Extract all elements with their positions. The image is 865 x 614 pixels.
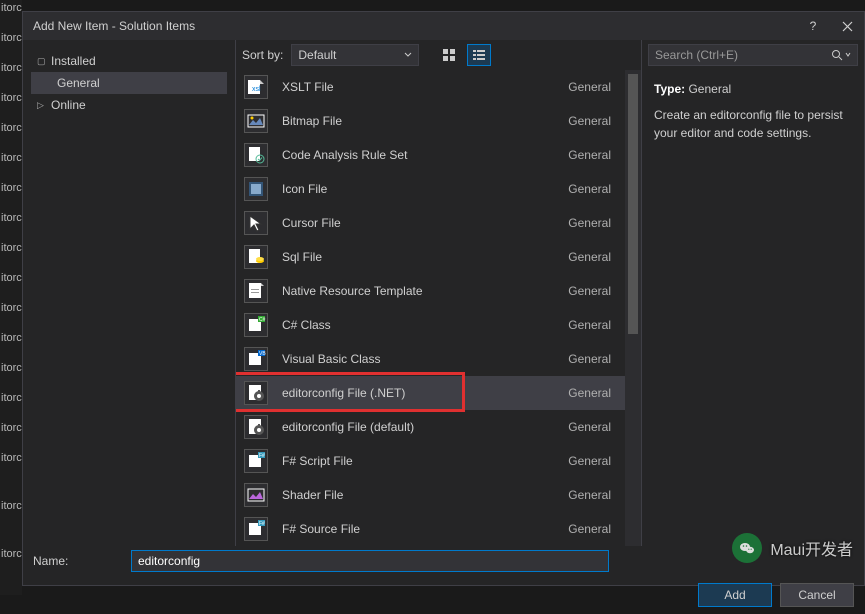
cancel-button[interactable]: Cancel	[780, 583, 854, 607]
template-item-category: General	[568, 114, 611, 128]
type-label-row: Type: General	[654, 80, 852, 98]
template-item-category: General	[568, 182, 611, 196]
dialog-title: Add New Item - Solution Items	[33, 19, 195, 33]
template-item[interactable]: editorconfig File (default)General	[236, 410, 625, 444]
svg-text:xsl: xsl	[252, 86, 261, 93]
template-item-category: General	[568, 318, 611, 332]
fsharp-icon: F#	[244, 517, 268, 541]
svg-text:C#: C#	[259, 317, 266, 323]
template-item-label: Icon File	[282, 182, 568, 196]
template-item[interactable]: F# F# Source FileGeneral	[236, 512, 625, 546]
fsharp-icon: F#	[244, 449, 268, 473]
name-input[interactable]	[131, 550, 609, 572]
template-item-label: Native Resource Template	[282, 284, 568, 298]
template-item-label: Sql File	[282, 250, 568, 264]
view-small-icons-button[interactable]	[467, 44, 491, 66]
csharp-icon: C#	[244, 313, 268, 337]
template-item[interactable]: Cursor FileGeneral	[236, 206, 625, 240]
search-icon	[831, 49, 851, 61]
template-item-label: Visual Basic Class	[282, 352, 568, 366]
template-item-category: General	[568, 216, 611, 230]
xslt-icon: xsl	[244, 75, 268, 99]
template-item-label: Shader File	[282, 488, 568, 502]
titlebar: Add New Item - Solution Items ?	[23, 12, 864, 40]
description-text: Create an editorconfig file to persist y…	[654, 106, 852, 142]
expand-arrow-icon: ▷	[37, 100, 47, 111]
template-item-category: General	[568, 284, 611, 298]
template-item-category: General	[568, 420, 611, 434]
template-item[interactable]: xsl XSLT FileGeneral	[236, 70, 625, 104]
name-row: Name:	[23, 546, 864, 576]
template-item-category: General	[568, 454, 611, 468]
scrollbar[interactable]	[625, 70, 641, 546]
template-list[interactable]: xslXSLT FileGeneralBitmap FileGeneralCod…	[236, 70, 625, 546]
sort-toolbar: Sort by: Default	[236, 40, 641, 70]
template-item-label: Bitmap File	[282, 114, 568, 128]
add-button[interactable]: Add	[698, 583, 772, 607]
resource-icon	[244, 279, 268, 303]
template-item-category: General	[568, 522, 611, 536]
description-panel: Search (Ctrl+E) Type: General Create an …	[642, 40, 864, 546]
tree-online[interactable]: ▷ Online	[31, 94, 227, 116]
shader-icon	[244, 483, 268, 507]
sql-icon	[244, 245, 268, 269]
help-button[interactable]: ?	[796, 12, 830, 40]
template-item[interactable]: Shader FileGeneral	[236, 478, 625, 512]
template-item-label: C# Class	[282, 318, 568, 332]
template-item[interactable]: Code Analysis Rule SetGeneral	[236, 138, 625, 172]
add-new-item-dialog: Add New Item - Solution Items ? ▢ Instal…	[22, 11, 865, 586]
template-item-label: F# Script File	[282, 454, 568, 468]
template-panel: Sort by: Default xslXSLT FileGeneralBitm…	[235, 40, 642, 546]
template-item-label: editorconfig File (.NET)	[282, 386, 568, 400]
svg-text:F#: F#	[259, 453, 265, 459]
sort-dropdown[interactable]: Default	[291, 44, 419, 66]
template-item[interactable]: Native Resource TemplateGeneral	[236, 274, 625, 308]
template-item[interactable]: VB Visual Basic ClassGeneral	[236, 342, 625, 376]
template-item-label: editorconfig File (default)	[282, 420, 568, 434]
template-item[interactable]: editorconfig File (.NET)General	[236, 376, 625, 410]
category-tree: ▢ Installed General ▷ Online	[23, 40, 235, 546]
template-item[interactable]: Sql FileGeneral	[236, 240, 625, 274]
template-item[interactable]: Bitmap FileGeneral	[236, 104, 625, 138]
template-item-category: General	[568, 488, 611, 502]
editorconfig-icon	[244, 415, 268, 439]
template-item-category: General	[568, 250, 611, 264]
template-item-label: XSLT File	[282, 80, 568, 94]
svg-text:VB: VB	[259, 351, 266, 357]
svg-text:F#: F#	[259, 521, 265, 527]
vb-icon: VB	[244, 347, 268, 371]
name-label: Name:	[33, 554, 123, 568]
dialog-button-row: Add Cancel	[23, 576, 864, 614]
editorconfig-icon	[244, 381, 268, 405]
template-item-label: Cursor File	[282, 216, 568, 230]
template-item-category: General	[568, 352, 611, 366]
template-item-label: F# Source File	[282, 522, 568, 536]
template-item[interactable]: Icon FileGeneral	[236, 172, 625, 206]
template-item-category: General	[568, 80, 611, 94]
template-item[interactable]: F# F# Script FileGeneral	[236, 444, 625, 478]
sort-by-label: Sort by:	[242, 48, 283, 62]
cursor-icon	[244, 211, 268, 235]
tree-installed[interactable]: ▢ Installed	[31, 50, 227, 72]
template-item[interactable]: C# C# ClassGeneral	[236, 308, 625, 342]
template-item-category: General	[568, 386, 611, 400]
icon-icon	[244, 177, 268, 201]
template-item-category: General	[568, 148, 611, 162]
tree-general[interactable]: General	[31, 72, 227, 94]
search-input[interactable]: Search (Ctrl+E)	[648, 44, 858, 66]
close-button[interactable]	[830, 12, 864, 40]
collapse-arrow-icon: ▢	[37, 56, 47, 67]
template-item-label: Code Analysis Rule Set	[282, 148, 568, 162]
view-medium-icons-button[interactable]	[437, 44, 461, 66]
chevron-down-icon	[404, 51, 412, 59]
bitmap-icon	[244, 109, 268, 133]
ruleset-icon	[244, 143, 268, 167]
scrollbar-thumb[interactable]	[628, 74, 638, 334]
background-editor-strip: itorconfigitorcitorcitorcitorcitorcitorc…	[0, 0, 22, 595]
